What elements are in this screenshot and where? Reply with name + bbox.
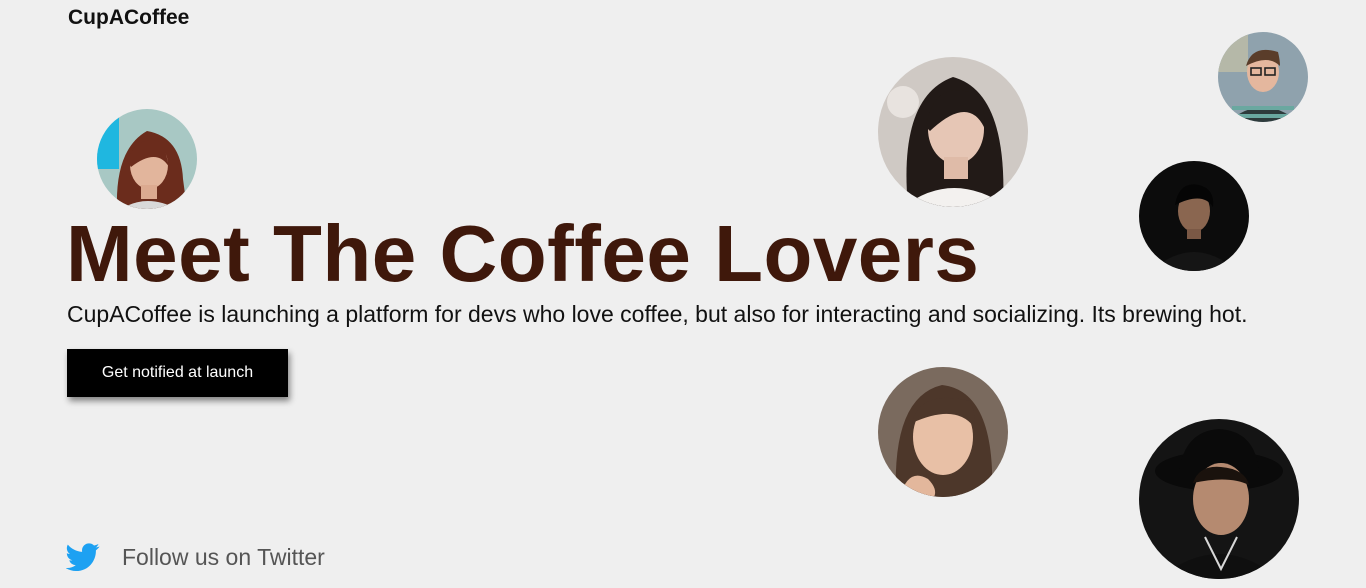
twitter-bird-icon: [65, 540, 100, 574]
get-notified-button[interactable]: Get notified at launch: [67, 349, 288, 397]
avatar-woman-red-hair: [97, 109, 197, 209]
hero-title: Meet The Coffee Lovers: [66, 209, 980, 298]
twitter-follow-link[interactable]: Follow us on Twitter: [65, 540, 325, 574]
avatar-man-hat: [1139, 419, 1299, 579]
twitter-follow-label: Follow us on Twitter: [122, 543, 325, 570]
avatar-woman-dark-hair: [878, 57, 1028, 207]
hero-subtitle: CupACoffee is launching a platform for d…: [67, 301, 1248, 327]
brand-logo[interactable]: CupACoffee: [68, 6, 189, 30]
avatar-man-black-shirt: [1139, 161, 1249, 271]
avatar-man-glasses: [1218, 32, 1308, 122]
avatar-woman-freckles: [878, 367, 1008, 497]
